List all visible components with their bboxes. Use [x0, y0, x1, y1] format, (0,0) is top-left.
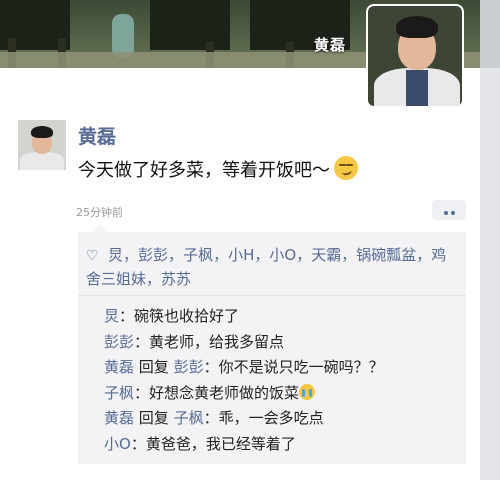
comment-colon: ： — [134, 383, 150, 402]
comments-list: 炅：碗筷也收拾好了 彭彭：黄老师，给我多留点 黄磊 回复 彭彭：你不是说只吃一碗吗？… — [104, 304, 460, 457]
profile-avatar[interactable] — [366, 4, 464, 108]
like-name[interactable]: 子枫 — [183, 246, 213, 264]
comment-author[interactable]: 子枫 — [104, 384, 134, 402]
more-dots-icon — [450, 211, 455, 215]
comment-author[interactable]: 小O — [104, 435, 131, 453]
like-separator: ， — [123, 246, 139, 264]
like-separator: ， — [146, 270, 162, 288]
post-text: 今天做了好多菜，等着开饭吧～ — [78, 156, 358, 182]
post-author-name[interactable]: 黄磊 — [78, 122, 116, 149]
like-name[interactable]: 锅碗瓢盆 — [356, 246, 416, 264]
comment-author[interactable]: 彭彭 — [104, 333, 134, 351]
likes-list: ♡ 炅，彭彭，子枫，小H，小O，天霸，锅碗瓢盆，鸡舍三姐妹，苏苏 — [86, 244, 458, 291]
reply-target[interactable]: 子枫 — [174, 409, 204, 427]
post-text-content: 今天做了好多菜，等着开饭吧～ — [78, 160, 330, 181]
like-separator: ， — [416, 246, 432, 264]
like-separator: ， — [341, 246, 357, 264]
more-options-button[interactable] — [432, 200, 466, 220]
avatar-jacket — [20, 152, 64, 170]
comment-text: 乖，一会多吃点 — [218, 409, 324, 427]
comment-author[interactable]: 黄磊 — [104, 409, 134, 427]
comment-row[interactable]: 彭彭：黄老师，给我多留点 — [104, 330, 460, 356]
reply-word: 回复 — [134, 358, 174, 376]
comment-author[interactable]: 炅 — [104, 307, 119, 325]
like-name[interactable]: 炅 — [108, 246, 123, 264]
like-name[interactable]: 小O — [269, 246, 296, 264]
comment-colon: ： — [119, 307, 135, 325]
comment-row[interactable]: 小O：黄爸爸，我已经等着了 — [104, 432, 460, 458]
like-name[interactable]: 小H — [228, 246, 254, 264]
comment-colon: ： — [203, 409, 219, 427]
like-name[interactable]: 彭彭 — [138, 246, 168, 264]
reply-word: 回复 — [134, 409, 174, 427]
cover-scenery — [150, 0, 230, 50]
comment-row[interactable]: 子枫：好想念黄老师做的饭菜 — [104, 381, 460, 407]
avatar-hair — [31, 126, 53, 138]
post-timestamp: 25分钟前 — [76, 206, 123, 219]
comment-row[interactable]: 黄磊 回复 子枫：乖，一会多吃点 — [104, 406, 460, 432]
comment-text: 碗筷也收拾好了 — [134, 307, 240, 325]
crying-emoji-icon — [299, 383, 316, 400]
comment-author[interactable]: 黄磊 — [104, 358, 134, 376]
comment-text: 好想念黄老师做的饭菜 — [149, 383, 300, 402]
comment-colon: ： — [130, 434, 146, 453]
divider — [78, 295, 466, 296]
comment-row[interactable]: 炅：碗筷也收拾好了 — [104, 304, 460, 330]
comment-text: 你不是说只吃一碗吗？？ — [218, 358, 384, 376]
scrollbar-track[interactable] — [480, 0, 500, 480]
like-separator: ， — [213, 246, 229, 264]
smirk-emoji-icon — [334, 156, 358, 180]
comment-colon: ： — [134, 332, 150, 351]
like-name[interactable]: 苏苏 — [161, 270, 191, 288]
comment-colon: ： — [203, 358, 219, 376]
scrollbar-top — [480, 0, 500, 68]
like-name[interactable]: 天霸 — [311, 246, 341, 264]
reply-target[interactable]: 彭彭 — [174, 358, 204, 376]
post-author-avatar[interactable] — [18, 120, 66, 170]
profile-name: 黄磊 — [314, 36, 347, 54]
likes-comments-panel: ♡ 炅，彭彭，子枫，小H，小O，天霸，锅碗瓢盆，鸡舍三姐妹，苏苏 炅：碗筷也收拾好… — [78, 224, 466, 464]
like-separator: ， — [168, 246, 184, 264]
comment-row[interactable]: 黄磊 回复 彭彭：你不是说只吃一碗吗？？ — [104, 355, 460, 381]
more-dots-icon — [443, 211, 448, 215]
avatar-hair — [396, 16, 438, 38]
comment-text: 黄老师，给我多留点 — [149, 332, 285, 351]
avatar-shirt — [406, 70, 428, 106]
like-names: 炅，彭彭，子枫，小H，小O，天霸，锅碗瓢盆，鸡舍三姐妹，苏苏 — [86, 246, 446, 288]
like-separator: ， — [296, 246, 312, 264]
heart-outline-icon: ♡ — [86, 248, 99, 264]
comment-text: 黄爸爸，我已经等着了 — [145, 434, 296, 453]
like-separator: ， — [254, 246, 270, 264]
